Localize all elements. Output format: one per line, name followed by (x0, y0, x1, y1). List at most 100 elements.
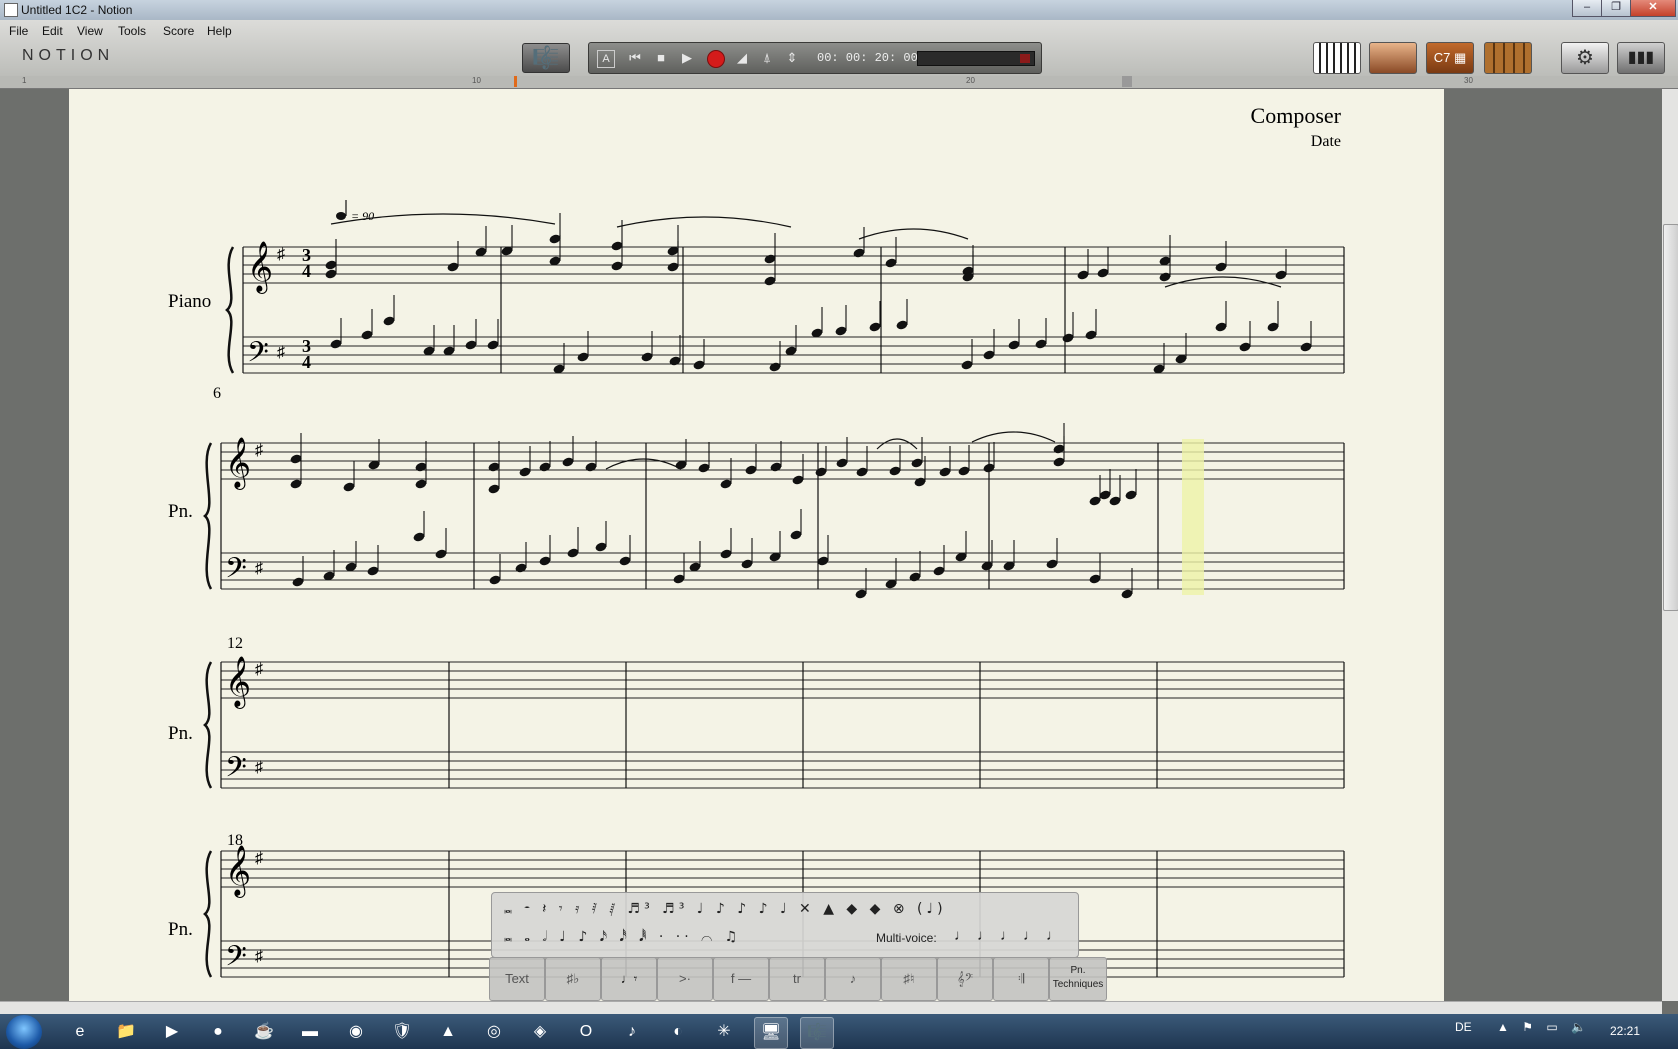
palette-tab-tuplets[interactable]: ♪ (825, 957, 881, 1001)
tray-arrow-icon[interactable]: ▲ (1497, 1020, 1509, 1034)
palette-tab-notes[interactable]: ♩𝄾 (601, 957, 657, 1001)
time-sig-bottom: 4 (302, 352, 311, 372)
slur[interactable] (1164, 276, 1282, 288)
window-title: Untitled 1C2 - Notion (21, 3, 133, 17)
playhead-marker[interactable] (514, 76, 517, 87)
windows-taskbar: DE ▲ ⚑ ▭ 🔈 22:21 e 📁 ▶ ● ☕ ▬ ◉ 🛡 ▲ ◎ ◈ O ♪ ◐ ✳ 🖥 🎼 (0, 1014, 1678, 1049)
menu-edit[interactable]: Edit (42, 24, 63, 38)
taskbar-app-icon[interactable]: ◈ (524, 1017, 556, 1047)
key-signature-sharp: ♯ (255, 560, 263, 577)
horizontal-scrollbar[interactable] (0, 1001, 1662, 1015)
menu-view[interactable]: View (77, 24, 103, 38)
tempo-up-down-button[interactable]: ⇕ (784, 50, 800, 66)
palette-rests-row[interactable]: 𝅜 𝄼 𝄽 𝄾 𝄿 𝅀 𝅁 ♬³ ♬³ ♩ ♪ ♪ ♪ ♩ ✕ ▲ ◆ ◆ ⊗ … (504, 901, 947, 917)
minimize-button[interactable]: ‒ (1572, 0, 1602, 17)
key-signature-sharp: ♯ (277, 344, 285, 361)
stop-button[interactable]: ■ (653, 50, 669, 66)
composer-label[interactable]: Composer (1251, 103, 1342, 128)
tempo-marking[interactable]: = 90 (351, 209, 374, 223)
ruler-mark: 1 (22, 76, 27, 85)
record-button[interactable] (707, 50, 725, 68)
taskbar-app-icon[interactable]: ✳ (708, 1017, 740, 1047)
menu-tools[interactable]: Tools (118, 24, 146, 38)
chord-grid-icon[interactable]: C7 ▦ (1426, 42, 1474, 74)
key-signature-sharp: ♯ (255, 661, 263, 678)
palette-tab-text[interactable]: Text (489, 957, 545, 1001)
instrument-name-full[interactable]: Piano (168, 291, 211, 312)
measure-number: 12 (227, 635, 243, 652)
taskbar-app-icon[interactable]: ◎ (478, 1017, 510, 1047)
rewind-button[interactable]: ⏮ (627, 50, 643, 66)
flag-icon[interactable]: ⚑ (1522, 1020, 1533, 1034)
taskbar-app-icon[interactable]: 🛡 (386, 1017, 418, 1047)
instrument-name-short[interactable]: Pn. (168, 723, 193, 744)
treble-clef-icon: 𝄞 (225, 438, 251, 490)
keyboard-icon[interactable] (1313, 42, 1361, 74)
slur[interactable] (858, 228, 969, 240)
brace (225, 246, 235, 374)
taskbar-app-icon[interactable]: ☕ (248, 1017, 280, 1047)
settings-gear-icon[interactable]: ⚙ (1561, 42, 1609, 74)
taskbar-app-icon[interactable]: ▲ (432, 1017, 464, 1047)
notes-layer[interactable] (289, 213, 1312, 600)
slur[interactable] (971, 431, 1056, 443)
palette-tab-accidentals[interactable]: ♯♭ (545, 957, 601, 1001)
taskbar-app-icon[interactable]: ▬ (294, 1017, 326, 1047)
multivoice-buttons[interactable]: ♩♩♩♩♩ (954, 927, 1069, 944)
close-button[interactable]: ✕ (1630, 0, 1676, 17)
measure-number: 6 (213, 385, 221, 402)
palette-durations-row[interactable]: 𝅜 𝅝 𝅗𝅥 ♩ ♪ 𝅘𝅥𝅯 𝅘𝅥𝅰 𝅘𝅥𝅱 · ·· ⌒ ♫ (504, 929, 741, 945)
fretboard-icon[interactable] (1484, 42, 1532, 74)
conductor-mode-button[interactable]: 🎼 (522, 43, 570, 73)
palette-tabs: Text ♯♭ ♩𝄾 >· f — tr ♪ ♯♮ 𝄞𝄢 𝄇 Pn. Techn… (489, 957, 1115, 1001)
bass-clef-icon: 𝄢 (247, 338, 269, 375)
language-indicator[interactable]: DE (1455, 1020, 1472, 1034)
palette-tab-articulations[interactable]: >· (657, 957, 713, 1001)
taskbar-app-icon[interactable]: 🖥 (754, 1017, 788, 1049)
slur[interactable] (616, 216, 792, 228)
system-3[interactable]: 𝄞 𝄢 ♯ ♯ (203, 657, 1345, 790)
palette-tab-dynamics[interactable]: f — (713, 957, 769, 1001)
ruler-end-handle[interactable] (1122, 76, 1132, 87)
taskbar-app-icon[interactable]: ◉ (340, 1017, 372, 1047)
play-button[interactable]: ▶ (679, 50, 695, 66)
menu-file[interactable]: File (9, 24, 28, 38)
taskbar-clock[interactable]: 22:21 (1610, 1024, 1640, 1038)
score-page[interactable]: Composer Date = 90 Piano 𝄞 𝄢 ♯ ♯ 6 Pn. 𝄞 𝄢 ♯ ♯… (69, 89, 1444, 1001)
title-bar: Untitled 1C2 - Notion ‒ ❐ ✕ (0, 0, 1678, 20)
palette-tab-keys[interactable]: ♯♮ (881, 957, 937, 1001)
palette-tab-techniques[interactable]: Pn. Techniques (1049, 957, 1107, 1001)
taskbar-app-icon[interactable]: 📁 (110, 1017, 142, 1047)
level-meter (917, 51, 1035, 66)
taskbar-app-icon[interactable]: ▶ (156, 1017, 188, 1047)
volume-icon[interactable]: 🔈 (1571, 1020, 1586, 1034)
palette-tab-ornaments[interactable]: tr (769, 957, 825, 1001)
taskbar-app-icon[interactable]: ◐ (662, 1017, 694, 1047)
network-icon[interactable]: ▭ (1546, 1020, 1557, 1034)
instrument-name-short[interactable]: Pn. (168, 919, 193, 940)
taskbar-app-icon[interactable]: ♪ (616, 1017, 648, 1047)
menu-help[interactable]: Help (207, 24, 232, 38)
slur[interactable] (876, 438, 918, 450)
taskbar-app-icon[interactable]: e (64, 1017, 96, 1047)
vertical-scroll-thumb[interactable] (1663, 224, 1678, 611)
taskbar-app-icon[interactable]: ● (202, 1017, 234, 1047)
palette-tab-barlines[interactable]: 𝄇 (993, 957, 1049, 1001)
a-marker-button[interactable]: A (597, 50, 615, 68)
palette-tab-clefs[interactable]: 𝄞𝄢 (937, 957, 993, 1001)
mixer-fader-icon[interactable] (1369, 42, 1417, 74)
score-canvas[interactable]: Composer Date = 90 Piano 𝄞𝄢♯♯ 6 Pn. 𝄞𝄢♯♯… (69, 89, 1444, 1001)
mixer-icon[interactable]: ▮▮▮ (1617, 42, 1665, 74)
tempo-note-icon (336, 212, 346, 220)
menu-score[interactable]: Score (163, 24, 194, 38)
date-label[interactable]: Date (1311, 133, 1341, 150)
start-button[interactable] (6, 1015, 42, 1049)
taskbar-app-icon[interactable]: O (570, 1017, 602, 1047)
metronome-icon[interactable]: ⍋ (759, 50, 775, 66)
time-counter: 00: 00: 20: 00 (817, 51, 918, 65)
instrument-name-short[interactable]: Pn. (168, 501, 193, 522)
volume-ramp-icon[interactable]: ◢ (734, 50, 750, 66)
timeline-ruler[interactable]: 1 10 20 30 (0, 76, 1678, 89)
taskbar-app-icon[interactable]: 🎼 (800, 1017, 834, 1049)
restore-button[interactable]: ❐ (1601, 0, 1631, 17)
